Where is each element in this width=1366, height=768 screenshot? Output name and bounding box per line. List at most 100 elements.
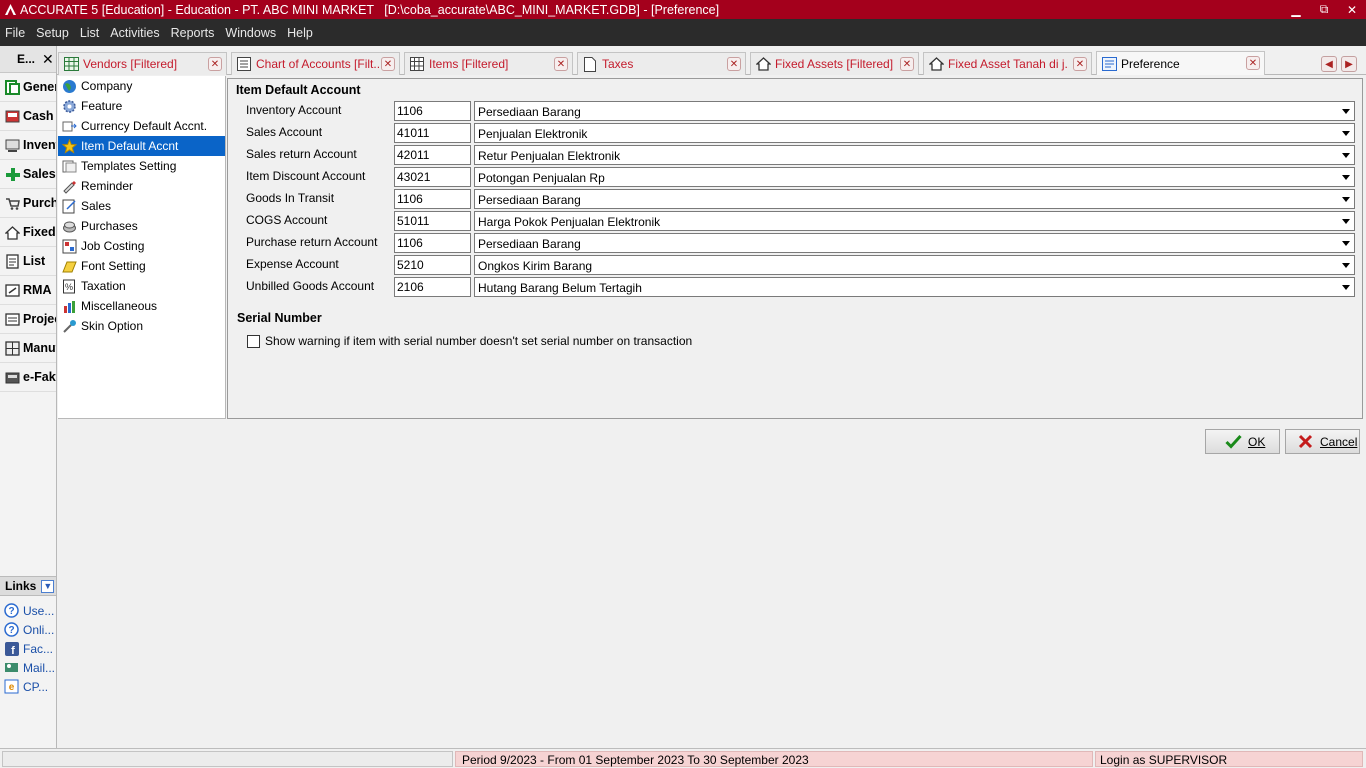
tree-item-job-costing[interactable]: Job Costing — [58, 236, 225, 256]
job-costing-icon — [61, 238, 77, 254]
tree-item-reminder[interactable]: Reminder — [58, 176, 225, 196]
menu-windows[interactable]: Windows — [220, 26, 282, 40]
account-code-field[interactable]: 5210 — [394, 255, 471, 275]
title-bar: ACCURATE 5 [Education] - Education - PT.… — [0, 0, 1366, 19]
account-code-field[interactable]: 41011 — [394, 123, 471, 143]
link-item[interactable]: ? Use... — [0, 601, 56, 620]
account-name: Persediaan Barang — [478, 237, 581, 251]
account-select[interactable]: Persediaan Barang — [474, 101, 1355, 121]
account-code-field[interactable]: 43021 — [394, 167, 471, 187]
account-code-field[interactable]: 1106 — [394, 189, 471, 209]
serial-warning-option[interactable]: Show warning if item with serial number … — [247, 334, 692, 348]
account-select[interactable]: Potongan Penjualan Rp — [474, 167, 1355, 187]
nav-inventory[interactable]: Inventory — [0, 131, 56, 160]
tab-chart-of-accounts[interactable]: Chart of Accounts [Filt... ✕ — [231, 52, 400, 75]
link-item[interactable]: e CP... — [0, 677, 56, 696]
menu-activities[interactable]: Activities — [105, 26, 165, 40]
chevron-down-icon[interactable] — [1337, 256, 1354, 274]
nav-project[interactable]: Project — [0, 305, 56, 334]
tree-item-miscellaneous[interactable]: Miscellaneous — [58, 296, 225, 316]
chevron-down-icon[interactable] — [1337, 278, 1354, 296]
chevron-down-icon[interactable] — [1337, 168, 1354, 186]
menu-setup[interactable]: Setup — [31, 26, 75, 40]
tree-item-sales[interactable]: Sales — [58, 196, 225, 216]
link-item[interactable]: f Fac... — [0, 639, 56, 658]
menu-help[interactable]: Help — [282, 26, 319, 40]
chevron-down-icon[interactable] — [1337, 190, 1354, 208]
chevron-down-icon[interactable] — [1337, 212, 1354, 230]
tree-item-currency[interactable]: Currency Default Accnt. — [58, 116, 225, 136]
tab-fixed-asset-tanah[interactable]: Fixed Asset Tanah di j... ✕ — [923, 52, 1092, 75]
tab-close-button[interactable]: ✕ — [727, 57, 741, 71]
tab-close-button[interactable]: ✕ — [208, 57, 222, 71]
menu-list[interactable]: List — [75, 26, 105, 40]
tab-taxes[interactable]: Taxes ✕ — [577, 52, 746, 75]
tab-preference[interactable]: Preference ✕ — [1096, 51, 1265, 75]
account-name: Persediaan Barang — [478, 193, 581, 207]
tab-close-button[interactable]: ✕ — [1246, 56, 1260, 70]
nav-list[interactable]: List — [0, 247, 56, 276]
tab-close-button[interactable]: ✕ — [1073, 57, 1087, 71]
nav-cash[interactable]: Cash — [0, 102, 56, 131]
nav-general-ledger[interactable]: General Ledger — [0, 73, 56, 102]
tree-item-item-default[interactable]: Item Default Accnt — [58, 136, 225, 156]
close-window-button[interactable]: ✕ — [1338, 0, 1366, 19]
tree-item-feature[interactable]: Feature — [58, 96, 225, 116]
account-code-field[interactable]: 51011 — [394, 211, 471, 231]
chevron-down-icon[interactable] — [1337, 102, 1354, 120]
chevron-down-icon[interactable] — [1337, 234, 1354, 252]
tab-items[interactable]: Items [Filtered] ✕ — [404, 52, 573, 75]
menu-file[interactable]: File — [0, 26, 31, 40]
account-name: Penjualan Elektronik — [478, 127, 588, 141]
account-select[interactable]: Penjualan Elektronik — [474, 123, 1355, 143]
tab-vendors[interactable]: Vendors [Filtered] ✕ — [58, 52, 227, 75]
tree-item-skin[interactable]: Skin Option — [58, 316, 225, 336]
tree-item-company[interactable]: Company — [58, 76, 225, 96]
account-row-cogs: COGS Account 51011 Harga Pokok Penjualan… — [228, 211, 1362, 231]
minimize-button[interactable]: ▁ — [1282, 0, 1310, 19]
account-code-field[interactable]: 1106 — [394, 233, 471, 253]
serial-warning-checkbox[interactable] — [247, 334, 260, 348]
misc-icon — [61, 298, 77, 314]
tab-label: Preference — [1121, 56, 1180, 71]
chevron-down-icon[interactable] — [1337, 146, 1354, 164]
nav-rma[interactable]: RMA — [0, 276, 56, 305]
nav-purchases[interactable]: Purchases — [0, 189, 56, 218]
tab-close-button[interactable]: ✕ — [554, 57, 568, 71]
explorer-close-button[interactable]: ✕ — [42, 51, 54, 68]
tree-item-purchases[interactable]: Purchases — [58, 216, 225, 236]
chevron-down-icon[interactable]: ▼ — [41, 579, 55, 593]
svg-text:e: e — [9, 682, 15, 693]
nav-efaktur[interactable]: e-Faktur — [0, 363, 56, 392]
chevron-right-icon[interactable]: ▶ — [1341, 56, 1357, 72]
menu-reports[interactable]: Reports — [166, 26, 221, 40]
cancel-button[interactable]: Cancel — [1285, 429, 1360, 454]
nav-fixed-assets[interactable]: Fixed Assets — [0, 218, 56, 247]
ok-button[interactable]: OK — [1205, 429, 1280, 454]
menu-bar: File Setup List Activities Reports Windo… — [0, 19, 1366, 46]
link-item[interactable]: ? Onli... — [0, 620, 56, 639]
link-label: CP... — [23, 679, 49, 694]
tree-item-font[interactable]: Font Setting — [58, 256, 225, 276]
account-select[interactable]: Hutang Barang Belum Tertagih — [474, 277, 1355, 297]
link-item[interactable]: Mail... — [0, 658, 56, 677]
chevron-left-icon[interactable]: ◀ — [1321, 56, 1337, 72]
tree-item-taxation[interactable]: % Taxation — [58, 276, 225, 296]
nav-sales[interactable]: Sales — [0, 160, 56, 189]
nav-manufacture[interactable]: Manufacture — [0, 334, 56, 363]
account-name: Hutang Barang Belum Tertagih — [478, 281, 642, 295]
account-code-field[interactable]: 42011 — [394, 145, 471, 165]
restore-button[interactable]: ⧉ — [1310, 0, 1338, 19]
tab-close-button[interactable]: ✕ — [381, 57, 395, 71]
account-select[interactable]: Ongkos Kirim Barang — [474, 255, 1355, 275]
account-select[interactable]: Retur Penjualan Elektronik — [474, 145, 1355, 165]
tab-fixed-assets[interactable]: Fixed Assets [Filtered] ✕ — [750, 52, 919, 75]
account-code-field[interactable]: 1106 — [394, 101, 471, 121]
account-select[interactable]: Persediaan Barang — [474, 189, 1355, 209]
tree-item-templates[interactable]: Templates Setting — [58, 156, 225, 176]
account-select[interactable]: Persediaan Barang — [474, 233, 1355, 253]
account-code-field[interactable]: 2106 — [394, 277, 471, 297]
tab-close-button[interactable]: ✕ — [900, 57, 914, 71]
chevron-down-icon[interactable] — [1337, 124, 1354, 142]
account-select[interactable]: Harga Pokok Penjualan Elektronik — [474, 211, 1355, 231]
